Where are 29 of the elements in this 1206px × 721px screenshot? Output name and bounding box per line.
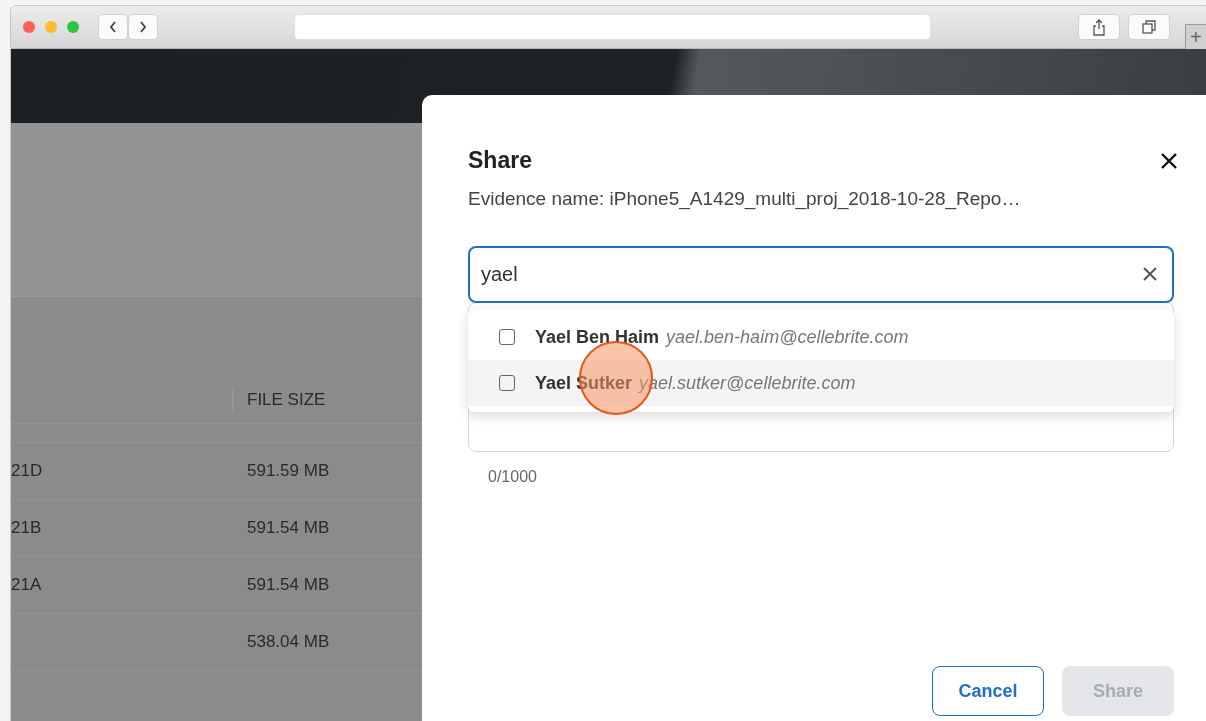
suggestion-item[interactable]: Yael Ben Haim yael.ben-haim@cellebrite.com: [468, 314, 1174, 360]
checkbox[interactable]: [499, 375, 515, 391]
tabs-button[interactable]: [1129, 15, 1169, 39]
table-cell: 21A: [11, 575, 42, 594]
dialog-title: Share: [468, 147, 532, 174]
forward-button[interactable]: [129, 15, 157, 39]
search-field[interactable]: yael: [468, 246, 1174, 303]
evidence-name: Evidence name: iPhone5_A1429_multi_proj_2018-10-28_Repo…: [468, 188, 1022, 210]
tabs-icon: [1142, 20, 1156, 34]
cancel-button[interactable]: Cancel: [932, 666, 1044, 716]
share-button[interactable]: [1079, 15, 1119, 39]
table-cell: 591.59 MB: [247, 461, 330, 481]
character-counter: 0/1000: [488, 468, 538, 486]
table-cell: 591.54 MB: [247, 518, 330, 538]
checkbox[interactable]: [499, 329, 515, 345]
back-button[interactable]: [99, 15, 127, 39]
clear-icon: [1142, 266, 1158, 282]
share-icon: [1092, 18, 1106, 36]
user-name: Yael Ben Haim: [535, 326, 660, 348]
close-icon: [1160, 151, 1178, 170]
new-tab-button[interactable]: +: [1185, 24, 1206, 50]
table-cell: 538.04 MB: [247, 632, 330, 652]
chevron-left-icon: [108, 20, 118, 34]
table-cell: 21D: [11, 461, 43, 480]
chevron-right-icon: [138, 20, 148, 34]
user-email: yael.ben-haim@cellebrite.com: [666, 326, 909, 348]
table-cell: 21B: [11, 518, 42, 537]
table-cell: 591.54 MB: [247, 575, 330, 595]
column-header: FILE SIZE: [247, 390, 326, 410]
